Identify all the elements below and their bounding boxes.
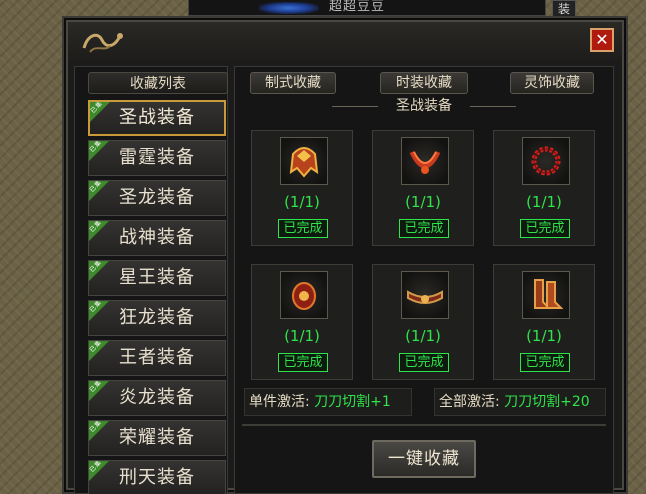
- item-progress: (1/1): [526, 193, 562, 211]
- collected-badge: 已集: [89, 341, 109, 361]
- collected-badge: 已集: [89, 461, 109, 481]
- set-item-label: 荣耀装备: [119, 427, 195, 448]
- set-item-label: 炎龙装备: [119, 387, 195, 408]
- single-activation-bonus: 单件激活: 刀刀切割+1: [244, 388, 412, 416]
- item-status-badge: 已完成: [520, 353, 570, 372]
- item-slot: [280, 137, 328, 185]
- set-item-shengzhan[interactable]: 已集 圣战装备: [88, 100, 226, 136]
- item-status-badge: 已完成: [278, 219, 328, 238]
- item-status-badge: 已完成: [399, 219, 449, 238]
- set-item-label: 王者装备: [119, 347, 195, 368]
- collected-badge: 已集: [89, 181, 109, 201]
- tab-standard-collection[interactable]: 制式收藏: [250, 72, 336, 94]
- item-progress: (1/1): [405, 193, 441, 211]
- set-item-label: 星王装备: [119, 267, 195, 288]
- set-item-label: 刑天装备: [119, 467, 195, 488]
- item-cell-2[interactable]: (1/1) 已完成: [372, 130, 474, 246]
- set-item-leiting[interactable]: 已集 雷霆装备: [88, 140, 226, 176]
- set-item-label: 圣战装备: [119, 107, 195, 128]
- item-cell-5[interactable]: (1/1) 已完成: [372, 264, 474, 380]
- item-progress: (1/1): [526, 327, 562, 345]
- background-title: 超超豆豆: [329, 0, 386, 14]
- set-item-yanlong[interactable]: 已集 炎龙装备: [88, 380, 226, 416]
- one-click-collect-button[interactable]: 一键收藏: [372, 440, 476, 478]
- close-button[interactable]: ✕: [590, 28, 614, 52]
- set-item-wangzhe[interactable]: 已集 王者装备: [88, 340, 226, 376]
- bonus-label: 全部激活:: [439, 394, 500, 410]
- item-cell-3[interactable]: (1/1) 已完成: [493, 130, 595, 246]
- full-activation-bonus: 全部激活: 刀刀切割+20: [434, 388, 606, 416]
- set-item-rongyao[interactable]: 已集 荣耀装备: [88, 420, 226, 456]
- collection-list-title: 收藏列表: [88, 72, 228, 94]
- belt-icon: [407, 290, 443, 304]
- glow-effect: [259, 2, 319, 14]
- panel-divider: [242, 424, 606, 426]
- bonus-label: 单件激活:: [249, 394, 310, 410]
- item-cell-1[interactable]: (1/1) 已完成: [251, 130, 353, 246]
- collected-badge: 已集: [89, 301, 109, 321]
- item-cell-6[interactable]: (1/1) 已完成: [493, 264, 595, 380]
- item-status-badge: 已完成: [399, 353, 449, 372]
- tab-accessory-collection[interactable]: 灵饰收藏: [510, 72, 594, 94]
- set-item-label: 圣龙装备: [119, 187, 195, 208]
- item-progress: (1/1): [284, 193, 320, 211]
- background-window-strip: 超超豆豆: [188, 0, 546, 16]
- item-slot: [401, 137, 449, 185]
- item-status-badge: 已完成: [278, 353, 328, 372]
- set-list: 已集 圣战装备 已集 雷霆装备 已集 圣龙装备 已集 战神装备 已集 星王装备 …: [88, 100, 226, 494]
- set-item-label: 战神装备: [119, 227, 195, 248]
- set-item-xingwang[interactable]: 已集 星王装备: [88, 260, 226, 296]
- window-header: ✕: [68, 22, 622, 62]
- collected-badge: 已集: [89, 381, 109, 401]
- collected-badge: 已集: [89, 221, 109, 241]
- set-item-zhanshen[interactable]: 已集 战神装备: [88, 220, 226, 256]
- item-slot: [522, 271, 570, 319]
- collected-badge: 已集: [89, 421, 109, 441]
- set-item-xingtian[interactable]: 已集 刑天装备: [88, 460, 226, 494]
- necklace-icon: [409, 150, 441, 174]
- item-progress: (1/1): [405, 327, 441, 345]
- item-progress: (1/1): [284, 327, 320, 345]
- set-item-kuanglong[interactable]: 已集 狂龙装备: [88, 300, 226, 336]
- collected-badge: 已集: [89, 261, 109, 281]
- set-item-label: 狂龙装备: [119, 307, 195, 328]
- tab-fashion-collection[interactable]: 时装收藏: [380, 72, 468, 94]
- section-ornament-right: [470, 106, 516, 107]
- bonus-value: 刀刀切割+1: [314, 394, 391, 410]
- item-slot: [401, 271, 449, 319]
- collected-badge: 已集: [90, 102, 110, 122]
- dragon-logo-icon: [82, 33, 123, 53]
- item-cell-4[interactable]: (1/1) 已完成: [251, 264, 353, 380]
- set-item-label: 雷霆装备: [119, 147, 195, 168]
- item-status-badge: 已完成: [520, 219, 570, 238]
- set-item-shenglong[interactable]: 已集 圣龙装备: [88, 180, 226, 216]
- bonus-value: 刀刀切割+20: [504, 394, 590, 410]
- item-slot: [280, 271, 328, 319]
- ring-icon: [531, 146, 561, 176]
- collected-badge: 已集: [89, 141, 109, 161]
- helmet-icon: [289, 147, 319, 178]
- bracelet-icon: [292, 282, 316, 310]
- item-slot: [522, 137, 570, 185]
- boots-icon: [534, 279, 564, 309]
